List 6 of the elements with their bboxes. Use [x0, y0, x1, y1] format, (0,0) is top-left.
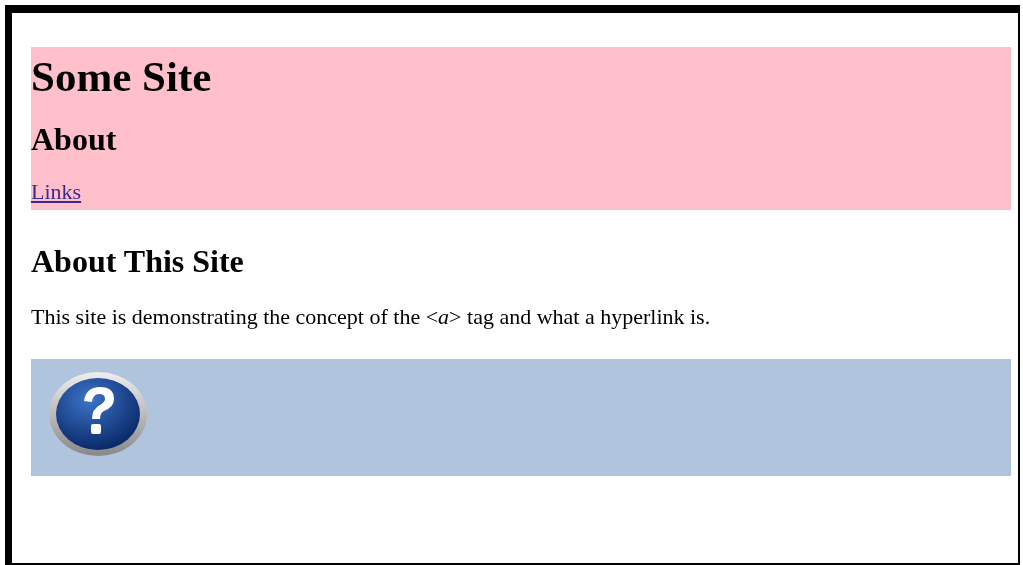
site-title: Some Site [31, 53, 213, 101]
page-heading: About This Site [31, 244, 245, 280]
section-heading: About [31, 122, 118, 158]
body-paragraph: This site is demonstrating the concept of the <a> tag and what a hyperlink is. [31, 302, 712, 331]
help-icon[interactable] [48, 370, 148, 457]
links-link[interactable]: Links [31, 179, 82, 205]
